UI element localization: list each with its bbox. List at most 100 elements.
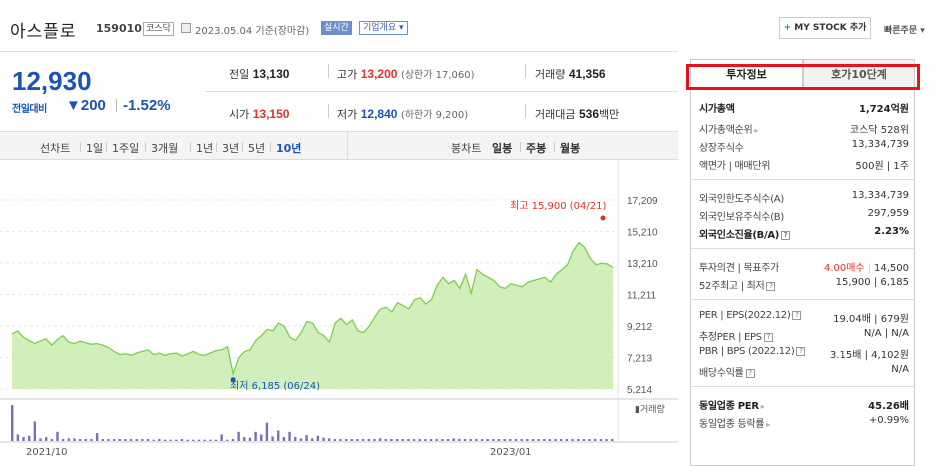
target-price: 14,500 bbox=[874, 263, 909, 274]
volume-bar bbox=[237, 431, 240, 441]
volume-bar bbox=[220, 434, 223, 441]
y-tick-label: 15,210 bbox=[627, 228, 658, 239]
volume-bar bbox=[203, 439, 206, 441]
period-1w[interactable]: 1주일 bbox=[112, 140, 139, 156]
divider bbox=[691, 248, 914, 249]
volume-bar bbox=[611, 439, 614, 441]
volume-bar bbox=[50, 439, 54, 441]
volume-bar bbox=[56, 431, 59, 441]
down-triangle-icon: ▼ bbox=[66, 97, 81, 114]
period-1d[interactable]: 1일 bbox=[86, 140, 103, 156]
dividend-row: 배당수익률? N/A bbox=[699, 364, 909, 380]
divider bbox=[328, 104, 329, 118]
volume-label: 거래량 bbox=[535, 68, 566, 81]
company-overview-button[interactable]: 기업개요 ▾ bbox=[359, 21, 408, 35]
volume-bar bbox=[27, 435, 31, 441]
help-icon[interactable]: ? bbox=[745, 368, 755, 378]
open-value: 13,150 bbox=[252, 107, 290, 121]
period-5y[interactable]: 5년 bbox=[248, 140, 265, 156]
volume-bar bbox=[429, 439, 433, 441]
volume-bar bbox=[282, 437, 286, 441]
x-tick-label: 2021/10 bbox=[26, 447, 68, 458]
industry-per-row: 동일업종 PER ▸ 45.26배 bbox=[699, 397, 909, 413]
volume-bar bbox=[350, 439, 354, 441]
price-chart[interactable]: 17,209 15,210 13,210 11,211 9,212 7,213 5,214 … bbox=[0, 160, 678, 466]
volume-bar bbox=[339, 439, 342, 441]
volume-bar bbox=[186, 439, 189, 441]
volume-bar bbox=[288, 431, 291, 441]
chevron-right-icon: ▸ bbox=[760, 402, 765, 411]
volume-bar bbox=[531, 439, 535, 441]
volume-bar bbox=[33, 421, 37, 441]
candle-monthly[interactable]: 월봉 bbox=[560, 140, 580, 156]
volume-bar bbox=[526, 439, 529, 441]
volume-bar bbox=[294, 437, 297, 441]
y-tick-label: 13,210 bbox=[627, 259, 658, 270]
help-icon[interactable]: ? bbox=[766, 281, 776, 291]
foreign-ratio-label: 외국인소진율(B/A)? bbox=[699, 226, 791, 241]
volume-bar bbox=[463, 439, 467, 441]
volume-bar bbox=[118, 439, 121, 441]
volume-bar bbox=[254, 431, 257, 441]
volume-bar bbox=[180, 439, 184, 441]
volume-bar bbox=[112, 439, 116, 441]
candle-daily[interactable]: 일봉 bbox=[492, 140, 512, 156]
volume-bar bbox=[594, 439, 597, 441]
volume: 거래량 41,356 bbox=[535, 66, 606, 82]
period-3y[interactable]: 3년 bbox=[222, 140, 239, 156]
volume-bar bbox=[305, 435, 308, 441]
volume-bar bbox=[492, 439, 495, 441]
industry-change-label-text: 동일업종 등락률 bbox=[699, 419, 765, 430]
volume-value: 41,356 bbox=[568, 67, 606, 81]
volume-bar bbox=[322, 437, 325, 441]
quick-order-button[interactable]: 빠른주문 ▾ bbox=[884, 23, 925, 36]
candle-weekly[interactable]: 주봉 bbox=[526, 140, 546, 156]
volume-bar bbox=[509, 439, 512, 441]
help-icon[interactable]: ? bbox=[781, 230, 791, 240]
change-label: 전일대비 bbox=[12, 104, 47, 115]
volume-bar bbox=[407, 439, 410, 441]
dividend-label-text: 배당수익률 bbox=[699, 368, 744, 379]
help-icon[interactable]: ? bbox=[796, 346, 806, 356]
opinion-label: 투자의견 | 목표주가 bbox=[699, 263, 780, 274]
y-tick-label: 17,209 bbox=[627, 196, 658, 207]
volume-bar bbox=[548, 439, 552, 441]
volume-bar bbox=[344, 439, 348, 441]
volume-bar bbox=[452, 438, 455, 441]
volume-bar bbox=[311, 438, 314, 441]
volume-bar bbox=[84, 439, 87, 441]
stock-code: 159010 bbox=[96, 22, 142, 35]
volume-bar bbox=[514, 439, 518, 441]
realtime-button[interactable]: 실시간 bbox=[321, 21, 352, 35]
volume-bar bbox=[537, 439, 540, 441]
volume-bar bbox=[435, 439, 438, 441]
lower-limit: (하한가 9,200) bbox=[400, 110, 469, 121]
high-value: 13,200 bbox=[360, 67, 398, 81]
volume-bar bbox=[129, 439, 133, 441]
volume-bar bbox=[271, 436, 274, 441]
low-price: 저가 12,840 (하한가 9,200) bbox=[337, 106, 468, 122]
per-row: PER | EPS(2022.12)? 19.04배 | 679원 bbox=[699, 310, 909, 326]
help-icon[interactable]: ? bbox=[792, 310, 802, 320]
volume-bar bbox=[316, 435, 320, 441]
volume-bar bbox=[582, 439, 586, 441]
foreign-hold-label: 외국인보유주식수(B) bbox=[699, 212, 784, 223]
volume-bar bbox=[373, 439, 376, 441]
y-ticks: 17,209 15,210 13,210 11,211 9,212 7,213 5,214 bbox=[627, 196, 658, 396]
volume-bar bbox=[441, 439, 444, 441]
volume-bar bbox=[543, 439, 546, 441]
divider bbox=[520, 142, 521, 152]
period-10y[interactable]: 10년 bbox=[276, 140, 301, 156]
volume-bar bbox=[577, 439, 580, 441]
help-icon[interactable]: ? bbox=[763, 332, 773, 342]
market-cap-label: 시가총액 bbox=[699, 104, 735, 115]
max-label: 최고 15,900 (04/21) bbox=[510, 200, 606, 212]
change-value: ▼200 bbox=[66, 97, 106, 114]
period-1y[interactable]: 1년 bbox=[196, 140, 213, 156]
volume-bar bbox=[605, 439, 608, 441]
volume-bar bbox=[90, 439, 93, 441]
volume-bar bbox=[248, 437, 252, 441]
add-my-stock-button[interactable]: + MY STOCK 추가 bbox=[779, 17, 871, 39]
period-3m[interactable]: 3개월 bbox=[151, 140, 178, 156]
volume-bar bbox=[141, 439, 144, 441]
